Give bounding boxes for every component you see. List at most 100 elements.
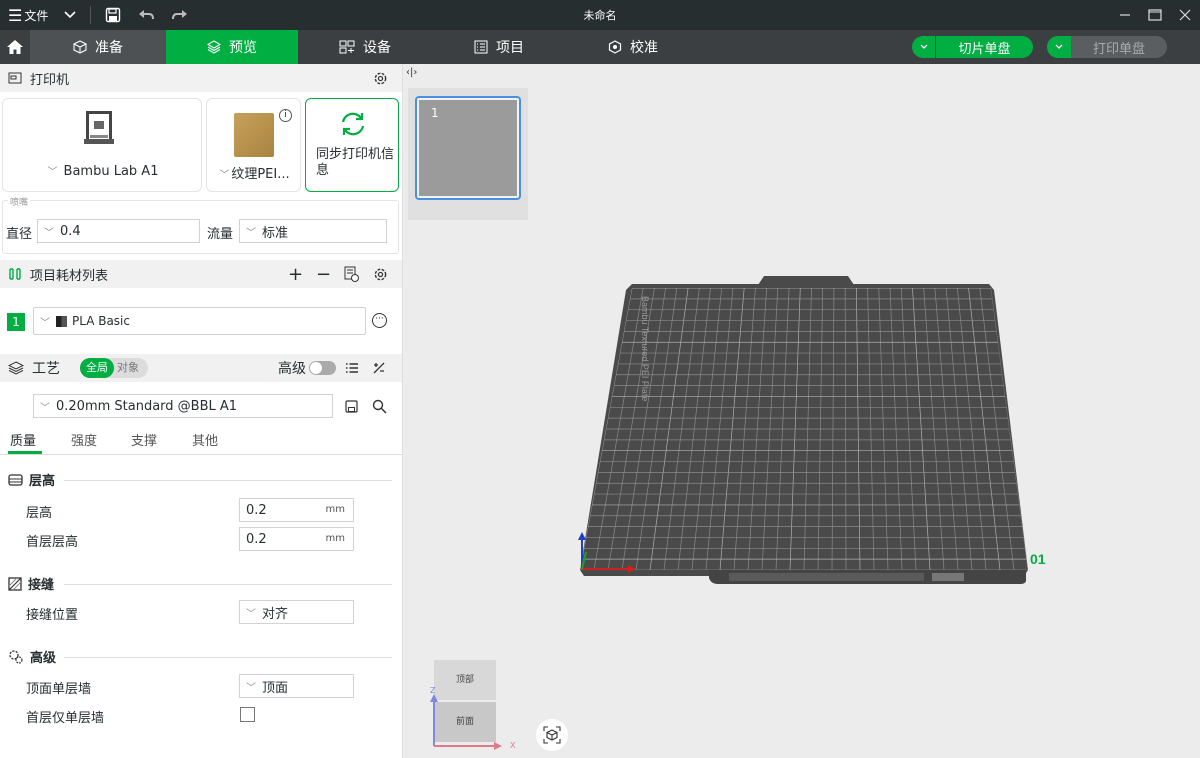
plus-icon: +: [288, 263, 304, 285]
remove-filament-button[interactable]: −: [316, 264, 331, 285]
tab-project[interactable]: 项目: [432, 30, 566, 64]
filament-sync-icon[interactable]: [343, 266, 359, 282]
undo-button[interactable]: [129, 0, 163, 30]
add-filament-button[interactable]: +: [288, 264, 303, 285]
printer-model-select[interactable]: ﹀ Bambu Lab A1: [3, 163, 203, 179]
close-button[interactable]: [1170, 0, 1200, 30]
subtab-others[interactable]: 其他: [192, 430, 218, 449]
printer-image: [84, 111, 114, 144]
home-button[interactable]: [0, 30, 30, 64]
tab-prepare[interactable]: 准备: [30, 30, 166, 64]
filament-select[interactable]: ﹀ PLA Basic: [33, 307, 366, 335]
layer-height-label: 层高: [26, 506, 53, 521]
filament-icon: [9, 268, 21, 280]
subtab-strength[interactable]: 强度: [71, 430, 97, 449]
process-preset-value: 0.20mm Standard @BBL A1: [56, 398, 238, 414]
maximize-button[interactable]: [1140, 0, 1170, 30]
printer-icon: [8, 72, 22, 84]
plate-type-select[interactable]: ﹀ 纹理PEI...: [207, 163, 302, 182]
layer-height-group: 层高: [8, 470, 55, 489]
layers-icon: [8, 361, 24, 375]
redo-button[interactable]: [163, 0, 197, 30]
printer-model-card[interactable]: ﹀ Bambu Lab A1: [2, 98, 202, 192]
hamburger-icon: ☰: [8, 5, 23, 25]
subtab-quality[interactable]: 质量: [10, 430, 36, 449]
advanced-toggle[interactable]: [309, 361, 336, 375]
group-divider: [64, 584, 392, 585]
print-dropdown[interactable]: [1047, 36, 1071, 58]
3d-viewport[interactable]: ‹|› 1 Bambu Textured PEI Plate 01 顶部 前面: [404, 64, 1200, 758]
first-layer-height-input[interactable]: 0.2 mm: [239, 527, 354, 551]
top-single-wall-select[interactable]: ﹀ 顶面: [239, 674, 354, 698]
reset-view-button[interactable]: [536, 719, 568, 751]
subtab-support[interactable]: 支撑: [131, 430, 157, 449]
seam-icon: [8, 576, 22, 591]
advanced-group-title: 高级: [30, 651, 57, 666]
flow-select[interactable]: ﹀ 标准: [239, 219, 387, 243]
gear-icon[interactable]: [373, 71, 388, 86]
more-icon: ···: [375, 314, 384, 324]
first-layer-single-wall-checkbox[interactable]: [240, 707, 255, 722]
print-plate-button[interactable]: 打印单盘: [1047, 36, 1167, 58]
toggle-object[interactable]: 对象: [114, 358, 142, 378]
menu-chevron-button[interactable]: [56, 0, 84, 30]
first-layer-height-value: 0.2: [246, 531, 267, 547]
chevron-down-icon: ﹀: [246, 682, 256, 694]
save-preset-icon[interactable]: [345, 400, 358, 413]
device-icon: [339, 40, 355, 54]
file-menu[interactable]: ☰ 文件: [0, 0, 56, 30]
minimize-button[interactable]: [1110, 0, 1140, 30]
tab-project-label: 项目: [496, 40, 524, 56]
printer-section-header: 打印机: [0, 64, 402, 92]
compare-icon[interactable]: [372, 361, 386, 375]
tab-device-label: 设备: [363, 40, 391, 56]
main-tab-bar: 准备 预览 设备 项目 校准 切片单盘 打印单盘: [0, 30, 1200, 64]
print-plate-label: 打印单盘: [1092, 41, 1145, 57]
toggle-global[interactable]: 全局: [80, 358, 114, 378]
subtab-divider: [0, 454, 402, 455]
tab-calibration[interactable]: 校准: [566, 30, 700, 64]
sync-printer-button[interactable]: 同步打印机信息: [305, 98, 399, 192]
filament-more-button[interactable]: ···: [372, 313, 387, 328]
info-icon[interactable]: i: [279, 109, 292, 122]
title-bar: ☰ 文件 未命名: [0, 0, 1200, 30]
first-layer-single-wall-label: 首层仅单层墙: [26, 711, 105, 726]
undo-icon: [139, 10, 155, 20]
diameter-select[interactable]: ﹀ 0.4: [37, 219, 200, 243]
gear-icon[interactable]: [373, 267, 388, 282]
filament-slot-badge[interactable]: 1: [7, 313, 25, 331]
slice-dropdown[interactable]: [912, 36, 936, 58]
global-object-toggle[interactable]: 全局 对象: [80, 358, 148, 378]
seam-position-select[interactable]: ﹀ 对齐: [239, 600, 354, 624]
layer-height-icon: [8, 473, 23, 486]
seam-position-value: 对齐: [262, 606, 289, 622]
process-section-title: 工艺: [32, 361, 60, 377]
plate-type-card[interactable]: i ﹀ 纹理PEI...: [206, 98, 301, 192]
calibration-icon: [608, 40, 622, 54]
chevron-down-icon: ﹀: [246, 227, 256, 239]
file-menu-label: 文件: [24, 8, 49, 23]
list-icon[interactable]: [345, 362, 359, 374]
tab-preview[interactable]: 预览: [166, 30, 298, 64]
save-icon: [106, 7, 121, 23]
view-x-arrow: [494, 742, 502, 750]
sync-printer-label: 同步打印机信息: [316, 147, 395, 178]
tab-device[interactable]: 设备: [298, 30, 432, 64]
toggle-knob: [310, 362, 322, 374]
chevron-down-icon: ﹀: [40, 317, 50, 329]
save-button[interactable]: [97, 0, 129, 30]
search-icon[interactable]: [372, 399, 387, 414]
plate-number[interactable]: 01: [1030, 551, 1046, 567]
seam-position-label: 接缝位置: [26, 608, 79, 623]
slice-plate-label: 切片单盘: [958, 41, 1011, 57]
view-z-arrow: [430, 694, 438, 702]
tab-prepare-label: 准备: [95, 40, 123, 56]
top-single-wall-value: 顶面: [262, 680, 289, 696]
plate-logo-strip: [932, 573, 964, 581]
slice-plate-button[interactable]: 切片单盘: [912, 36, 1033, 58]
minus-icon: −: [316, 263, 332, 285]
layer-height-input[interactable]: 0.2 mm: [239, 498, 354, 522]
chevron-down-icon: ﹀: [246, 608, 256, 620]
process-preset-select[interactable]: ﹀ 0.20mm Standard @BBL A1: [33, 394, 333, 418]
layer-height-value: 0.2: [246, 502, 267, 518]
